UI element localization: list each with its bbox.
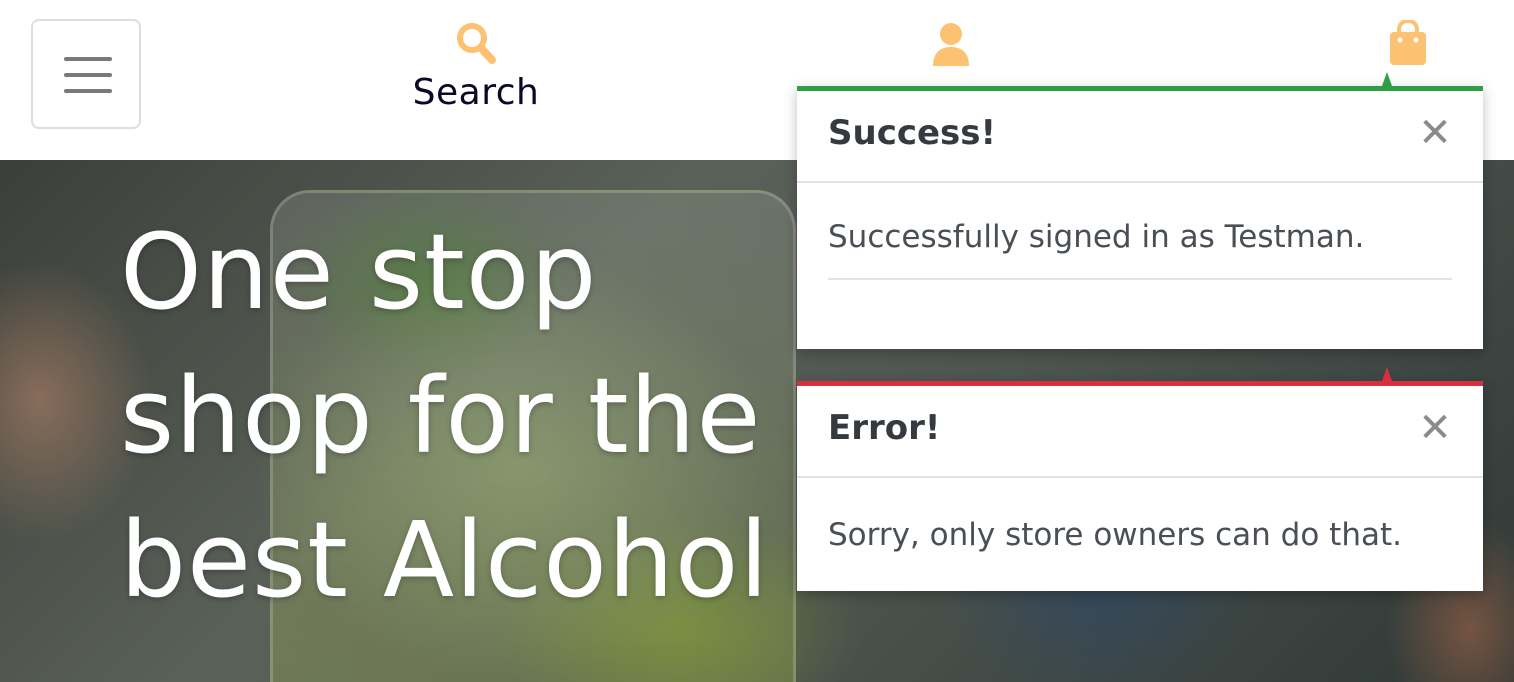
- toast-message: Successfully signed in as Testman.: [828, 219, 1365, 255]
- hero-title: One stop shop for the best Alcohol: [120, 211, 770, 621]
- toast-arrow: [1382, 367, 1392, 381]
- search-icon: [400, 20, 552, 66]
- search-label: Search: [412, 72, 540, 113]
- toast-header: Error! ✕: [797, 386, 1483, 478]
- account-nav-link[interactable]: [915, 20, 987, 66]
- close-icon[interactable]: ✕: [1415, 406, 1455, 450]
- toast-message: Sorry, only store owners can do that.: [828, 517, 1402, 553]
- toast-title: Success!: [828, 113, 997, 153]
- close-icon[interactable]: ✕: [1415, 111, 1455, 155]
- toast-divider: [828, 278, 1452, 280]
- hamburger-icon-bar: [64, 89, 112, 93]
- toast-header: Success! ✕: [797, 91, 1483, 183]
- shopping-bag-icon: [1378, 20, 1438, 66]
- hamburger-icon-bar: [64, 73, 112, 77]
- toast-title: Error!: [828, 408, 941, 448]
- search-nav-link[interactable]: Search: [400, 20, 552, 113]
- menu-toggle-button[interactable]: [31, 19, 141, 129]
- error-toast: Error! ✕ Sorry, only store owners can do…: [797, 367, 1483, 591]
- hamburger-icon-bar: [64, 57, 112, 61]
- toast-arrow: [1382, 72, 1392, 86]
- success-toast: Success! ✕ Successfully signed in as Tes…: [797, 72, 1483, 349]
- bag-nav-link[interactable]: [1378, 20, 1438, 66]
- user-icon: [915, 20, 987, 66]
